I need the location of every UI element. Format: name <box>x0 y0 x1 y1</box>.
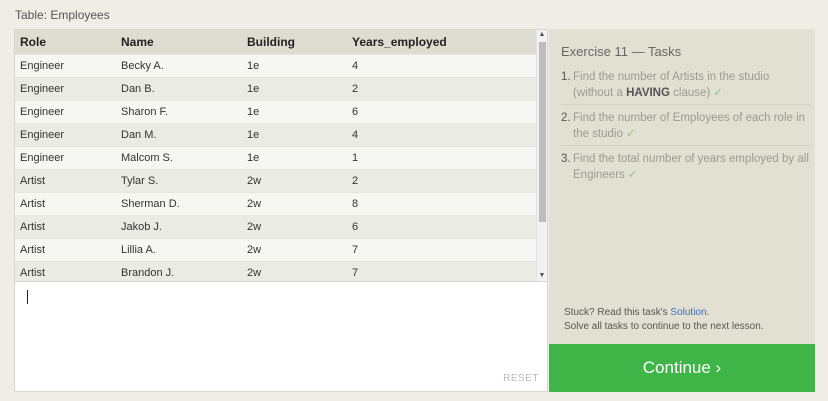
cell-years-employed: 7 <box>347 237 536 261</box>
cell-years-employed: 1 <box>347 145 536 169</box>
cell-name: Jakob J. <box>116 214 242 238</box>
tasks-panel: Exercise 11 — Tasks 1. Find the number of… <box>549 29 815 344</box>
table-row: Artist Jakob J. 2w 6 <box>15 214 536 238</box>
task-number: 2. <box>561 112 571 124</box>
table-panel[interactable]: Role Name Building Years_employed Engine… <box>14 29 548 282</box>
cell-role: Artist <box>15 214 116 238</box>
task-item: 2. Find the number of Employees of each r… <box>561 110 811 146</box>
continue-button[interactable]: Continue › <box>549 344 815 392</box>
cell-name: Dan B. <box>116 76 242 100</box>
continue-note: Solve all tasks to continue to the next … <box>564 321 764 332</box>
cell-role: Engineer <box>15 53 116 77</box>
table-row: Artist Sherman D. 2w 8 <box>15 191 536 215</box>
scroll-thumb[interactable] <box>539 42 546 222</box>
cell-building: 1e <box>242 53 347 77</box>
task-text-after: clause) <box>669 87 711 99</box>
cell-years-employed: 2 <box>347 168 536 192</box>
table-row: Artist Lillia A. 2w 7 <box>15 237 536 261</box>
task-keyword: HAVING <box>626 87 670 99</box>
cell-years-employed: 2 <box>347 76 536 100</box>
task-text: Find the total number of years employed … <box>573 153 809 181</box>
cell-name: Tylar S. <box>116 168 242 192</box>
table-row: Artist Brandon J. 2w 7 <box>15 260 536 281</box>
column-header-years-employed: Years_employed <box>347 30 536 54</box>
cell-building: 2w <box>242 191 347 215</box>
checkmark-icon: ✓ <box>713 87 723 99</box>
task-list: 1. Find the number of Artists in the stud… <box>561 69 811 191</box>
table-row: Engineer Malcom S. 1e 1 <box>15 145 536 169</box>
task-number: 3. <box>561 153 571 165</box>
cell-name: Malcom S. <box>116 145 242 169</box>
table-row: Engineer Becky A. 1e 4 <box>15 53 536 77</box>
table-row: Engineer Sharon F. 1e 6 <box>15 99 536 123</box>
cell-building: 1e <box>242 122 347 146</box>
table-scrollbar[interactable]: ▲ ▼ <box>536 30 547 281</box>
cell-building: 1e <box>242 99 347 123</box>
scroll-up-arrow-icon[interactable]: ▲ <box>537 30 547 40</box>
table-row: Engineer Dan M. 1e 4 <box>15 122 536 146</box>
reset-button[interactable]: RESET <box>503 373 539 384</box>
sql-query-editor[interactable]: RESET <box>14 282 548 392</box>
cell-name: Becky A. <box>116 53 242 77</box>
cell-name: Lillia A. <box>116 237 242 261</box>
table-row: Artist Tylar S. 2w 2 <box>15 168 536 192</box>
column-header-building: Building <box>242 30 347 54</box>
cell-years-employed: 4 <box>347 53 536 77</box>
cell-role: Artist <box>15 260 116 281</box>
cell-name: Brandon J. <box>116 260 242 281</box>
cell-role: Artist <box>15 237 116 261</box>
stuck-prefix: Stuck? Read this task's <box>564 307 671 318</box>
cell-years-employed: 4 <box>347 122 536 146</box>
cell-building: 2w <box>242 168 347 192</box>
cell-role: Artist <box>15 168 116 192</box>
text-caret <box>27 290 28 304</box>
checkmark-icon: ✓ <box>625 128 636 140</box>
cell-building: 2w <box>242 214 347 238</box>
cell-years-employed: 6 <box>347 214 536 238</box>
cell-role: Engineer <box>15 122 116 146</box>
stuck-suffix: . <box>706 307 710 318</box>
scroll-down-arrow-icon[interactable]: ▼ <box>537 271 547 281</box>
cell-name: Sharon F. <box>116 99 242 123</box>
cell-role: Engineer <box>15 76 116 100</box>
task-text: Find the number of Employees of each rol… <box>573 112 806 140</box>
table-caption: Table: Employees <box>15 8 110 22</box>
cell-years-employed: 7 <box>347 260 536 281</box>
task-item: 1. Find the number of Artists in the stud… <box>561 69 811 105</box>
cell-name: Sherman D. <box>116 191 242 215</box>
cell-years-employed: 8 <box>347 191 536 215</box>
table-body: Engineer Becky A. 1e 4 Engineer Dan B. 1e 2 Engi… <box>15 53 536 281</box>
employees-table: Role Name Building Years_employed Engine… <box>15 30 536 281</box>
solution-link[interactable]: Solution <box>670 307 706 318</box>
cell-role: Artist <box>15 191 116 215</box>
tasks-title: Exercise 11 — Tasks <box>561 44 682 59</box>
column-header-name: Name <box>116 30 242 54</box>
cell-role: Engineer <box>15 145 116 169</box>
table-header-row: Role Name Building Years_employed <box>15 30 536 54</box>
cell-building: 1e <box>242 76 347 100</box>
cell-building: 2w <box>242 237 347 261</box>
cell-years-employed: 6 <box>347 99 536 123</box>
cell-building: 2w <box>242 260 347 281</box>
cell-building: 1e <box>242 145 347 169</box>
task-item: 3. Find the total number of years employe… <box>561 151 811 186</box>
cell-name: Dan M. <box>116 122 242 146</box>
checkmark-icon: ✓ <box>627 169 638 181</box>
column-header-role: Role <box>15 30 116 54</box>
cell-role: Engineer <box>15 99 116 123</box>
table-row: Engineer Dan B. 1e 2 <box>15 76 536 100</box>
stuck-line: Stuck? Read this task's Solution. <box>564 306 814 320</box>
help-text: Stuck? Read this task's Solution. Solve … <box>564 306 814 334</box>
task-number: 1. <box>561 71 571 83</box>
